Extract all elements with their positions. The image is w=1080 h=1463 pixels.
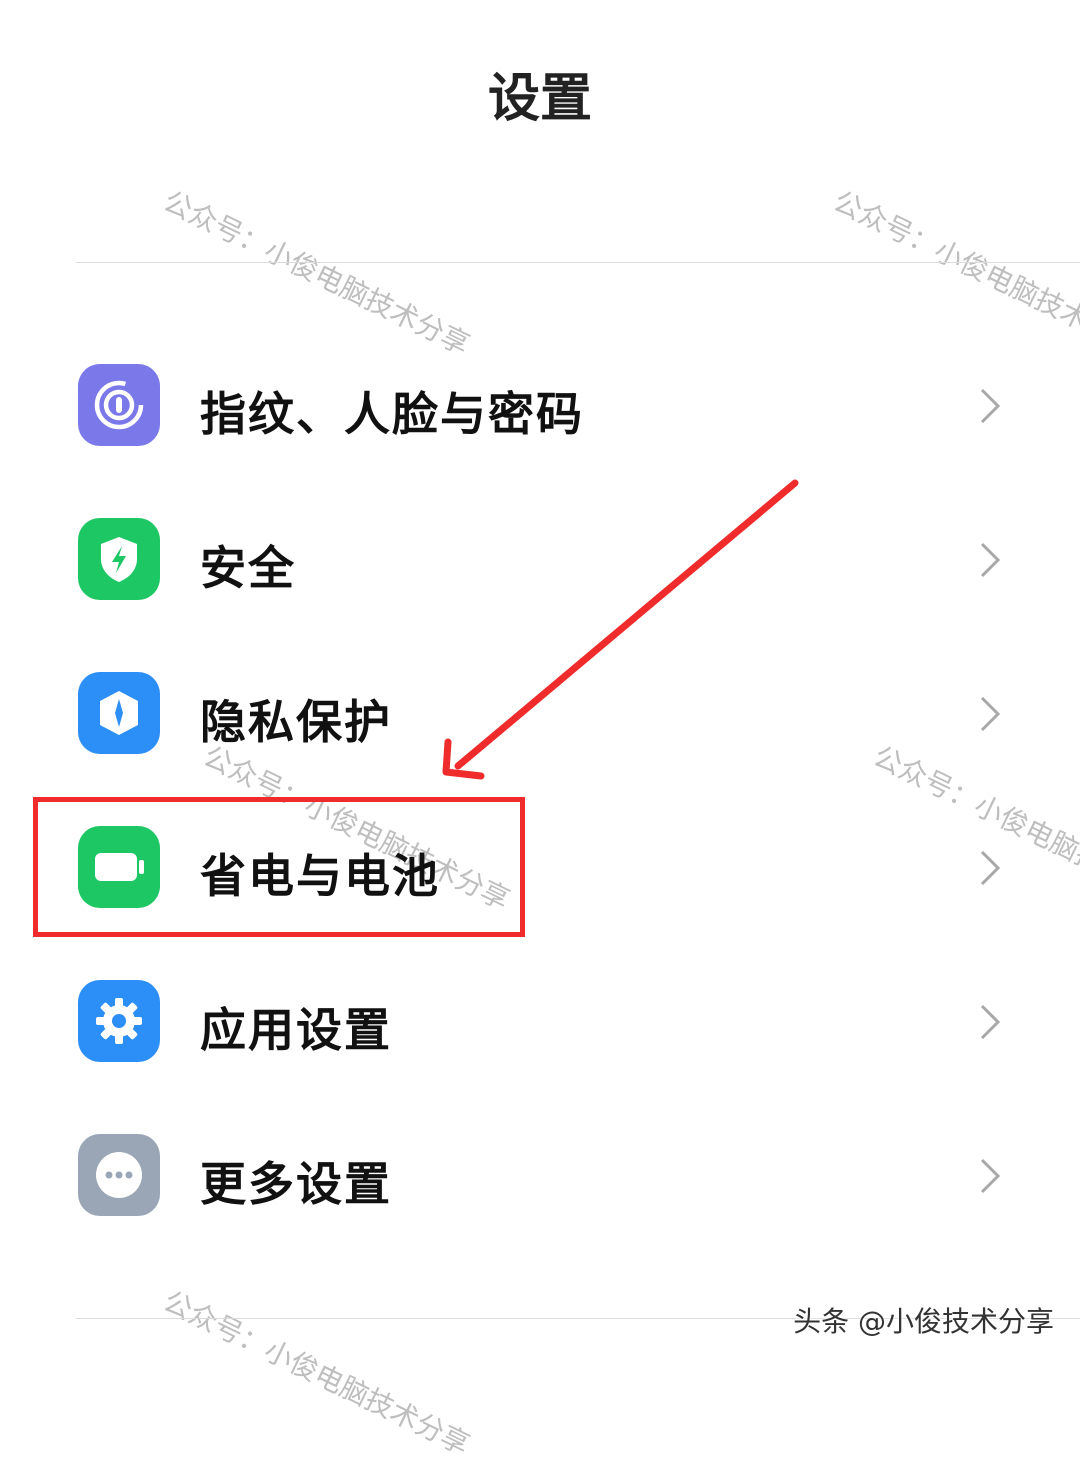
footer-watermark: 头条 @小俊技术分享 bbox=[793, 1305, 1054, 1338]
annotation-arrow bbox=[442, 479, 799, 780]
